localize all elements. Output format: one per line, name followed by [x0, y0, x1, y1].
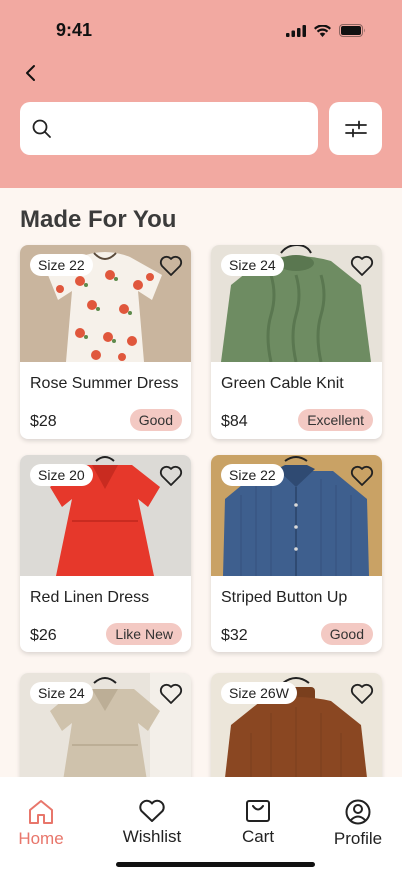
filter-button[interactable]: [329, 102, 382, 155]
heart-icon[interactable]: [159, 255, 183, 277]
status-icons: [286, 24, 366, 37]
nav-label: Profile: [333, 829, 383, 848]
status-time: 9:41: [56, 20, 93, 40]
product-name: Red Linen Dress: [30, 589, 150, 606]
product-name: Rose Summer Dress: [30, 375, 179, 392]
condition-badge: Good: [320, 623, 373, 645]
product-image: Size 22: [20, 245, 191, 362]
heart-icon[interactable]: [350, 255, 374, 277]
nav-label: Wishlist: [122, 827, 182, 846]
nav-item-profile[interactable]: Profile: [332, 799, 384, 849]
heart-icon[interactable]: [159, 683, 183, 705]
product-name: Striped Button Up: [221, 589, 348, 606]
shopping-bag-icon: [246, 800, 270, 822]
nav-label: Cart: [241, 827, 275, 846]
header: 9:41: [0, 0, 402, 188]
home-icon: [29, 800, 53, 824]
search-input[interactable]: [62, 119, 302, 138]
nav-item-home[interactable]: Home: [18, 799, 64, 849]
condition-badge: Excellent: [298, 409, 373, 431]
nav-item-cart[interactable]: Cart: [238, 799, 278, 847]
product-price: $32: [221, 627, 248, 644]
product-card[interactable]: Size 22 Rose Summer Dress $28 Good: [20, 245, 191, 439]
back-button[interactable]: [16, 58, 46, 88]
product-price: $28: [30, 413, 57, 430]
product-image: Size 24: [211, 245, 382, 362]
signal-icon: [286, 24, 306, 37]
search-box[interactable]: [20, 102, 318, 155]
condition-badge: Good: [129, 409, 182, 431]
bottom-nav: Home Wishlist Cart Profile: [0, 777, 402, 874]
size-badge: Size 20: [30, 464, 93, 486]
nav-label: Home: [18, 829, 64, 848]
battery-icon: [339, 24, 365, 37]
search-icon: [32, 119, 51, 138]
condition-badge: Like New: [106, 623, 182, 645]
chevron-left-icon: [26, 65, 35, 81]
size-badge: Size 22: [30, 254, 93, 276]
heart-icon[interactable]: [350, 465, 374, 487]
product-card[interactable]: Size 22 Striped Button Up $32 Good: [211, 455, 382, 652]
product-image: Size 20: [20, 455, 191, 576]
size-badge: Size 24: [221, 254, 284, 276]
product-name: Green Cable Knit: [221, 375, 344, 392]
size-badge: Size 24: [30, 682, 93, 704]
product-price: $84: [221, 413, 248, 430]
heart-icon[interactable]: [350, 683, 374, 705]
status-bar: 9:41: [0, 0, 402, 60]
size-badge: Size 26W: [221, 682, 297, 704]
section-title: Made For You: [20, 206, 177, 233]
product-image: Size 22: [211, 455, 382, 576]
product-card[interactable]: Size 20 Red Linen Dress $26 Like New: [20, 455, 191, 652]
product-price: $26: [30, 627, 57, 644]
sliders-icon: [344, 120, 367, 137]
wifi-icon: [314, 24, 331, 37]
product-card[interactable]: Size 24 Green Cable Knit $84 Excellent: [211, 245, 382, 439]
user-icon: [345, 799, 371, 825]
heart-icon: [139, 799, 165, 822]
heart-icon[interactable]: [159, 465, 183, 487]
nav-item-wishlist[interactable]: Wishlist: [120, 799, 184, 847]
home-indicator: [116, 862, 315, 867]
size-badge: Size 22: [221, 464, 284, 486]
